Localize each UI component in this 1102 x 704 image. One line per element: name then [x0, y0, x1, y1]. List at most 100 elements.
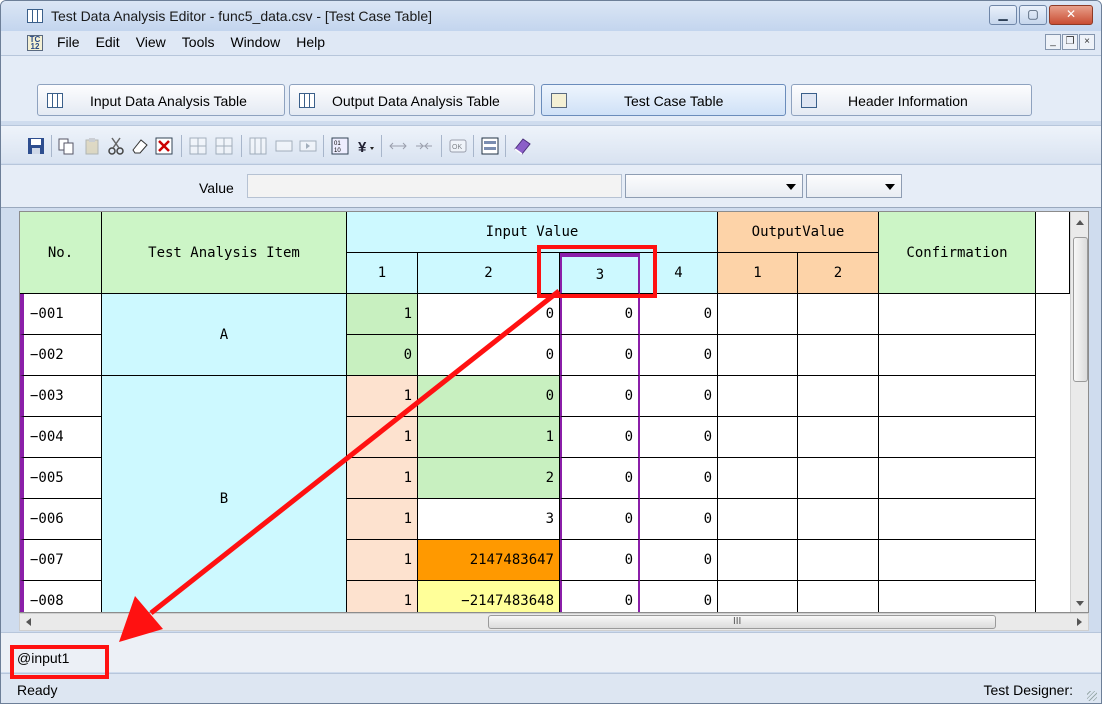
menu-edit[interactable]: Edit	[96, 34, 120, 50]
tab-header-information[interactable]: Header Information	[791, 84, 1032, 116]
minimize-button[interactable]: ▁	[989, 5, 1017, 25]
input-cell[interactable]: 0	[640, 417, 718, 458]
maximize-button[interactable]: ▢	[1019, 5, 1047, 25]
input-cell[interactable]: 0	[560, 294, 640, 335]
input-cell[interactable]: 1	[347, 294, 418, 335]
header-input-col[interactable]: 4	[640, 253, 718, 294]
value-input[interactable]	[247, 174, 622, 198]
output-cell[interactable]	[798, 335, 879, 376]
paste-icon[interactable]	[83, 137, 101, 155]
copy-icon[interactable]	[57, 137, 75, 155]
header-input-value[interactable]: Input Value	[347, 212, 718, 253]
header-no[interactable]: No.	[20, 212, 102, 294]
input-cell[interactable]: 0	[640, 335, 718, 376]
input-cell[interactable]: 0	[560, 540, 640, 581]
confirmation-cell[interactable]	[879, 458, 1036, 499]
output-cell[interactable]	[718, 417, 798, 458]
delete-row-icon[interactable]	[215, 137, 233, 155]
input-cell[interactable]: 0	[640, 499, 718, 540]
output-cell[interactable]	[798, 540, 879, 581]
output-cell[interactable]	[798, 376, 879, 417]
output-cell[interactable]	[718, 540, 798, 581]
output-cell[interactable]	[718, 458, 798, 499]
test-analysis-item-cell[interactable]: A	[102, 294, 347, 376]
mdi-minimize-button[interactable]: _	[1045, 34, 1061, 50]
vertical-scrollbar[interactable]	[1070, 212, 1088, 612]
horizontal-scroll-thumb[interactable]	[488, 615, 996, 629]
header-input-col-selected[interactable]: 3	[560, 253, 640, 294]
help-book-icon[interactable]	[513, 137, 531, 155]
input-cell[interactable]: −2147483648	[418, 581, 560, 612]
header-output-col[interactable]: 1	[718, 253, 798, 294]
output-cell[interactable]	[798, 499, 879, 540]
confirmation-cell[interactable]	[879, 540, 1036, 581]
resize-grip-icon[interactable]	[1087, 691, 1097, 701]
confirmation-cell[interactable]	[879, 499, 1036, 540]
row-number[interactable]: −007	[20, 540, 102, 581]
row-number[interactable]: −005	[20, 458, 102, 499]
document-icon[interactable]: TC 12	[27, 35, 43, 51]
input-cell[interactable]: 1	[347, 417, 418, 458]
mdi-close-button[interactable]: ×	[1079, 34, 1095, 50]
input-cell[interactable]: 0	[640, 294, 718, 335]
input-cell[interactable]: 0	[560, 458, 640, 499]
input-cell[interactable]: 1	[347, 458, 418, 499]
output-cell[interactable]	[718, 294, 798, 335]
row-number[interactable]: −006	[20, 499, 102, 540]
input-cell[interactable]: 0	[418, 376, 560, 417]
currency-icon[interactable]: ¥	[357, 137, 375, 155]
output-cell[interactable]	[718, 376, 798, 417]
close-button[interactable]: ✕	[1049, 5, 1093, 25]
confirmation-cell[interactable]	[879, 417, 1036, 458]
menu-view[interactable]: View	[136, 34, 166, 50]
delete-column-icon[interactable]	[275, 137, 293, 155]
eraser-icon[interactable]	[131, 137, 149, 155]
expand-icon[interactable]	[389, 137, 407, 155]
input-cell[interactable]: 1	[418, 417, 560, 458]
input-cell[interactable]: 0	[640, 540, 718, 581]
input-cell[interactable]: 1	[347, 376, 418, 417]
insert-column-icon[interactable]	[249, 137, 267, 155]
output-cell[interactable]	[718, 499, 798, 540]
tab-input-data-analysis[interactable]: Input Data Analysis Table	[37, 84, 285, 116]
output-cell[interactable]	[718, 335, 798, 376]
menu-help[interactable]: Help	[296, 34, 325, 50]
tab-output-data-analysis[interactable]: Output Data Analysis Table	[289, 84, 535, 116]
input-cell[interactable]: 2	[418, 458, 560, 499]
header-output-col[interactable]: 2	[798, 253, 879, 294]
input-cell[interactable]: 0	[560, 581, 640, 612]
input-cell[interactable]: 2147483647	[418, 540, 560, 581]
confirmation-cell[interactable]	[879, 294, 1036, 335]
header-output-value[interactable]: OutputValue	[718, 212, 879, 253]
input-cell[interactable]: 1	[347, 499, 418, 540]
output-cell[interactable]	[798, 581, 879, 612]
input-cell[interactable]: 0	[640, 376, 718, 417]
tab-test-case-table[interactable]: Test Case Table	[541, 84, 786, 116]
mdi-restore-button[interactable]: ❐	[1062, 34, 1078, 50]
row-number[interactable]: −004	[20, 417, 102, 458]
input-cell[interactable]: 0	[560, 499, 640, 540]
menu-tools[interactable]: Tools	[182, 34, 215, 50]
input-cell[interactable]: 3	[418, 499, 560, 540]
row-number[interactable]: −008	[20, 581, 102, 612]
value-combo-2[interactable]	[806, 174, 902, 198]
row-number[interactable]: −001	[20, 294, 102, 335]
row-number[interactable]: −003	[20, 376, 102, 417]
collapse-icon[interactable]	[415, 137, 433, 155]
horizontal-scrollbar[interactable]: III	[19, 613, 1089, 631]
header-input-col[interactable]: 2	[418, 253, 560, 294]
header-confirmation[interactable]: Confirmation	[879, 212, 1036, 294]
input-cell[interactable]: 0	[640, 458, 718, 499]
input-cell[interactable]: 1	[347, 581, 418, 612]
row-number[interactable]: −002	[20, 335, 102, 376]
output-cell[interactable]	[798, 294, 879, 335]
output-cell[interactable]	[798, 458, 879, 499]
binary-data-icon[interactable]: 0110	[331, 137, 349, 155]
scroll-right-icon[interactable]	[1077, 618, 1082, 626]
confirmation-cell[interactable]	[879, 376, 1036, 417]
confirmation-cell[interactable]	[879, 581, 1036, 612]
input-cell[interactable]: 0	[560, 335, 640, 376]
header-input-col[interactable]: 1	[347, 253, 418, 294]
input-cell[interactable]: 0	[347, 335, 418, 376]
output-cell[interactable]	[718, 581, 798, 612]
